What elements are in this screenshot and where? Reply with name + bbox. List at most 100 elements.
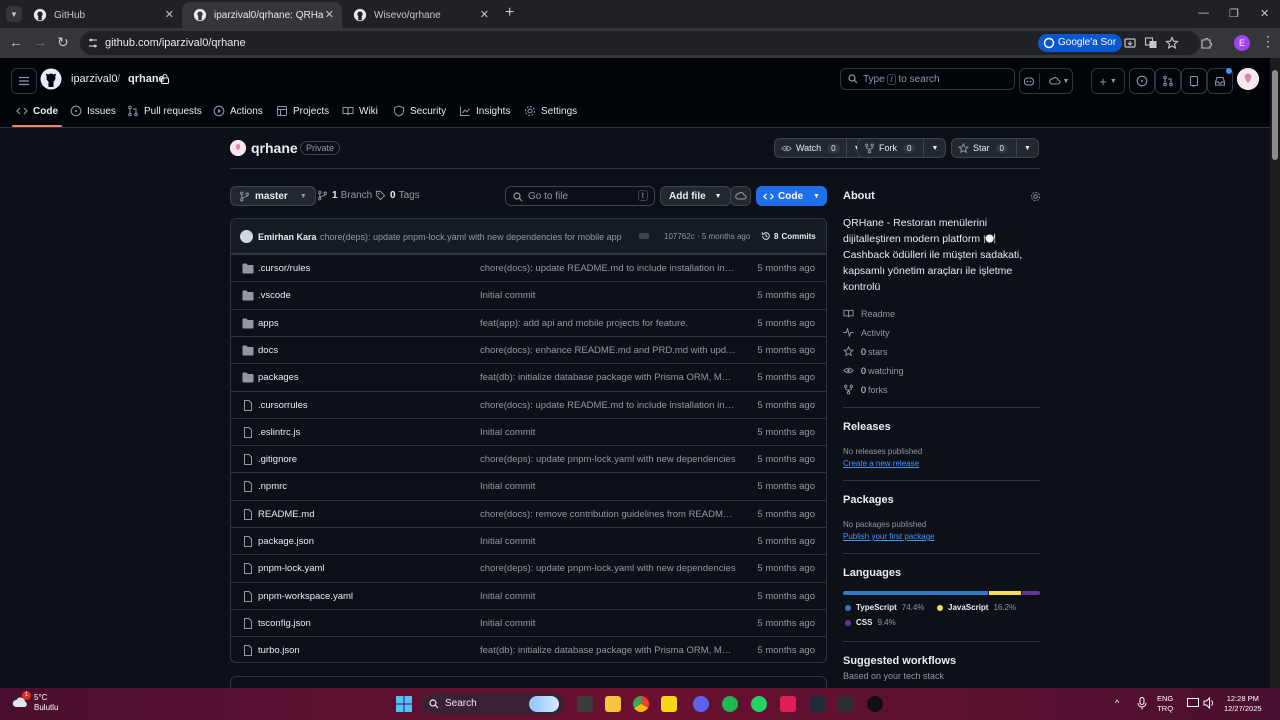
file-name[interactable]: .npmrc (258, 481, 287, 492)
address-bar[interactable]: github.com/iparzival0/qrhane Google'a So… (80, 31, 1200, 55)
task-view-icon[interactable] (577, 696, 593, 712)
code-dropdown-button[interactable]: Code ▼ (756, 186, 827, 206)
language-javascript[interactable]: JavaScript 16.2% (937, 603, 1016, 612)
pull-requests-button[interactable] (1155, 68, 1181, 94)
close-icon[interactable]: ✕ (325, 8, 334, 21)
table-row[interactable]: turbo.json feat(db): initialize database … (231, 636, 826, 662)
browser-menu-icon[interactable]: ⋮ (1261, 33, 1275, 50)
table-row[interactable]: .eslintrc.js Initial commit 5 months ago (231, 417, 826, 445)
page-scrollbar[interactable] (1270, 58, 1280, 688)
add-file-button[interactable]: Add file ▼ (660, 186, 731, 206)
activity-link[interactable]: Activity (843, 327, 890, 338)
tab-security[interactable]: Security (393, 105, 446, 117)
file-commit-message[interactable]: feat(db): initialize database package wi… (480, 372, 736, 383)
table-row[interactable]: packages feat(db): initialize database pa… (231, 363, 826, 390)
tab-issues[interactable]: Issues (70, 105, 116, 117)
github-logo-icon[interactable] (40, 68, 62, 90)
browser-tab-qrhane[interactable]: iparzival0/qrhane: QRHane - Re ✕ (182, 2, 342, 28)
table-row[interactable]: pnpm-lock.yaml chore(deps): update pnpm-l… (231, 554, 826, 581)
codespaces-button[interactable] (730, 186, 751, 206)
file-commit-message[interactable]: feat(app): add api and mobile projects f… (480, 318, 736, 329)
install-app-icon[interactable] (1123, 36, 1137, 50)
file-commit-message[interactable]: Initial commit (480, 427, 736, 438)
publish-package-link[interactable]: Publish your first package (843, 532, 935, 541)
restore-icon[interactable]: ❐ (1229, 7, 1239, 20)
watchers-link[interactable]: 0 watching (843, 365, 904, 376)
file-commit-message[interactable]: chore(deps): update pnpm-lock.yaml with … (480, 454, 736, 465)
table-row[interactable]: docs chore(docs): enhance README.md and P… (231, 335, 826, 363)
file-name[interactable]: README.md (258, 509, 314, 520)
file-commit-message[interactable]: Initial commit (480, 290, 736, 301)
stars-link[interactable]: 0 stars (843, 346, 888, 357)
file-commit-message[interactable]: Initial commit (480, 536, 736, 547)
file-name[interactable]: .vscode (258, 290, 291, 301)
file-commit-message[interactable]: chore(deps): update pnpm-lock.yaml with … (480, 563, 736, 574)
search-input[interactable]: Type / to search (840, 68, 1015, 90)
volume-icon[interactable] (1203, 697, 1215, 709)
gear-icon[interactable] (1030, 191, 1041, 202)
extensions-icon[interactable] (1199, 36, 1213, 50)
display-icon[interactable] (1187, 698, 1199, 709)
browser-tab-wisevo[interactable]: Wisevo/qrhane ✕ (342, 2, 497, 28)
table-row[interactable]: .npmrc Initial commit 5 months ago (231, 472, 826, 499)
watch-button[interactable]: Watch 0 ▼ (774, 138, 869, 158)
create-release-link[interactable]: Create a new release (843, 459, 919, 468)
breadcrumb-owner[interactable]: iparzival0 (71, 73, 117, 85)
tray-chevron-up-icon[interactable]: ^ (1115, 698, 1119, 708)
table-row[interactable]: .cursorrules chore(docs): update README.m… (231, 390, 826, 418)
file-name[interactable]: pnpm-lock.yaml (258, 563, 325, 574)
tags-link[interactable]: 0 Tags (375, 190, 420, 201)
github-desktop-icon[interactable] (867, 696, 883, 712)
table-row[interactable]: pnpm-workspace.yaml Initial commit 5 month… (231, 581, 826, 609)
file-name[interactable]: package.json (258, 536, 314, 547)
breadcrumb-repo[interactable]: qrhane (128, 73, 165, 85)
table-row[interactable]: apps feat(app): add api and mobile projec… (231, 308, 826, 336)
forks-link[interactable]: 0 forks (843, 384, 888, 395)
tab-search-button[interactable]: ▼ (6, 6, 22, 22)
scrollbar-thumb[interactable] (1272, 70, 1278, 160)
minimize-icon[interactable]: — (1198, 7, 1209, 19)
file-name[interactable]: .eslintrc.js (258, 427, 300, 438)
file-name[interactable]: .gitignore (258, 454, 297, 465)
file-commit-message[interactable]: chore(docs): update README.md to include… (480, 400, 736, 411)
clock[interactable]: 12:28 PM 12/27/2025 (1224, 694, 1262, 714)
commits-link[interactable]: 8 Commits (761, 231, 816, 241)
chrome-icon[interactable] (633, 696, 649, 712)
windows-start-icon[interactable] (396, 696, 412, 712)
file-commit-message[interactable]: chore(docs): enhance README.md and PRD.m… (480, 345, 736, 356)
profile-avatar[interactable]: E (1234, 35, 1250, 51)
forward-icon[interactable]: → (33, 34, 47, 50)
releases-heading[interactable]: Releases (843, 421, 891, 433)
new-tab-button[interactable]: + (505, 4, 514, 22)
repositories-button[interactable] (1181, 68, 1207, 94)
file-name[interactable]: docs (258, 345, 278, 356)
microphone-icon[interactable] (1137, 697, 1147, 710)
go-to-file-input[interactable]: Go to file t (505, 186, 655, 206)
commit-author-avatar[interactable] (240, 230, 253, 243)
file-name[interactable]: packages (258, 372, 299, 383)
file-commit-message[interactable]: Initial commit (480, 618, 736, 629)
file-explorer-icon[interactable] (605, 696, 621, 712)
window-close-icon[interactable]: ✕ (1260, 7, 1269, 20)
table-row[interactable]: README.md chore(docs): remove contributio… (231, 499, 826, 527)
language-indicator[interactable]: ENG TRQ (1157, 694, 1173, 714)
file-name[interactable]: pnpm-workspace.yaml (258, 591, 353, 602)
spotify-icon[interactable] (722, 696, 738, 712)
issues-button[interactable] (1129, 68, 1155, 94)
bookmark-star-icon[interactable] (1165, 36, 1179, 50)
file-name[interactable]: turbo.json (258, 645, 300, 656)
packages-heading[interactable]: Packages (843, 494, 894, 506)
translate-icon[interactable] (1144, 36, 1158, 50)
branch-selector[interactable]: master ▼ (230, 186, 316, 206)
close-icon[interactable]: ✕ (480, 8, 489, 21)
tab-actions[interactable]: Actions (213, 105, 263, 117)
language-css[interactable]: CSS 9.4% (845, 618, 896, 627)
table-row[interactable]: tsconfig.json Initial commit 5 months ago (231, 608, 826, 636)
google-ask-button[interactable]: Google'a Sor (1038, 34, 1123, 52)
commit-details-toggle[interactable] (639, 233, 649, 239)
file-commit-message[interactable]: chore(docs): update README.md to include… (480, 263, 736, 274)
chevron-down-icon[interactable]: ▼ (923, 139, 945, 157)
file-commit-message[interactable]: chore(docs): remove contribution guideli… (480, 509, 736, 520)
tab-insights[interactable]: Insights (459, 105, 510, 117)
tab-code[interactable]: Code (12, 105, 62, 127)
